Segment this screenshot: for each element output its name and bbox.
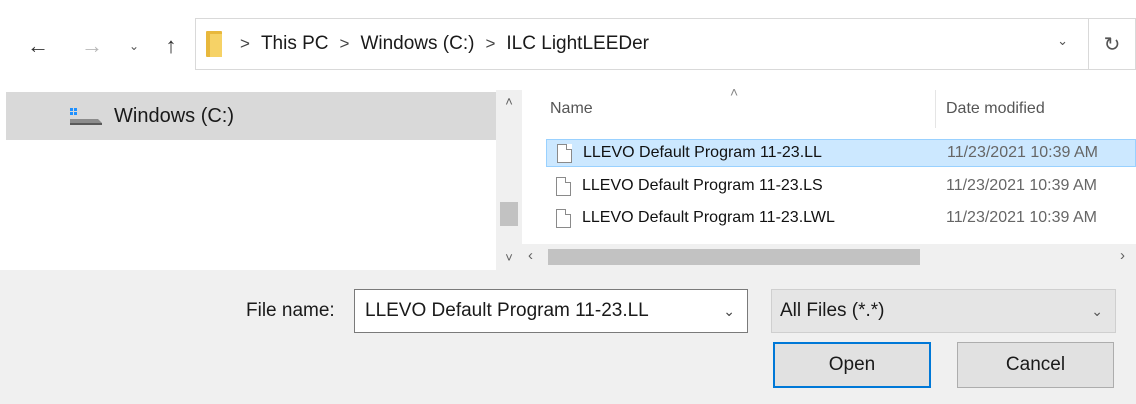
file-row[interactable]: LLEVO Default Program 11-23.LWL 11/23/20… [546, 204, 1136, 232]
file-name: LLEVO Default Program 11-23.LWL [582, 209, 835, 226]
back-button[interactable]: ← [22, 30, 54, 62]
chevron-down-icon: ⌄ [128, 39, 140, 53]
nav-item-windows-c[interactable]: Windows (C:) [6, 92, 496, 140]
navigation-scrollbar[interactable]: ˄ ˅ [496, 90, 522, 270]
chevron-down-icon[interactable]: ⌄ [723, 303, 735, 320]
scroll-down-icon[interactable]: ˅ [496, 250, 522, 265]
file-icon [556, 208, 571, 228]
refresh-button[interactable]: ↻ [1089, 18, 1136, 70]
breadcrumb-separator: > [240, 34, 250, 53]
scroll-right-icon[interactable]: › [1120, 247, 1125, 264]
file-type-select[interactable]: All Files (*.*) ⌄ [771, 289, 1116, 333]
column-divider[interactable] [935, 90, 936, 128]
open-button[interactable]: Open [773, 342, 931, 388]
file-date: 11/23/2021 10:39 AM [946, 209, 1097, 226]
drive-icon [68, 105, 104, 127]
file-name-value: LLEVO Default Program 11-23.LL [365, 300, 649, 321]
file-date: 11/23/2021 10:39 AM [947, 144, 1098, 161]
folder-icon [206, 31, 222, 57]
column-header-date-modified[interactable]: Date modified [946, 100, 1045, 118]
column-header-name[interactable]: Name [550, 100, 593, 118]
arrow-up-icon: ↑ [165, 33, 177, 58]
file-row[interactable]: LLEVO Default Program 11-23.LS 11/23/202… [546, 172, 1136, 200]
chevron-down-icon: ⌄ [1091, 302, 1103, 319]
file-name-label: File name: [246, 300, 335, 321]
breadcrumb-separator[interactable]: > [340, 34, 350, 54]
address-bar[interactable]: > This PC > Windows (C:) > ILC LightLEED… [195, 18, 1089, 70]
refresh-icon: ↻ [1103, 33, 1121, 56]
breadcrumb-this-pc[interactable]: This PC [261, 33, 329, 55]
breadcrumb-separator[interactable]: > [485, 34, 495, 54]
sort-ascending-icon: ˄ [730, 84, 739, 100]
file-type-value: All Files (*.*) [780, 300, 885, 321]
breadcrumb-ilc-lightleeder[interactable]: ILC LightLEEDer [506, 33, 649, 55]
arrow-left-icon: ← [27, 33, 49, 58]
recent-locations-button[interactable]: ⌄ [118, 30, 150, 62]
address-dropdown-icon[interactable]: ⌄ [1057, 33, 1068, 49]
file-row[interactable]: LLEVO Default Program 11-23.LL 11/23/202… [546, 139, 1136, 167]
up-button[interactable]: ↑ [155, 30, 187, 62]
file-name: LLEVO Default Program 11-23.LS [582, 177, 823, 194]
file-name: LLEVO Default Program 11-23.LL [583, 144, 822, 161]
scroll-up-icon[interactable]: ˄ [496, 94, 522, 109]
file-date: 11/23/2021 10:39 AM [946, 177, 1097, 194]
scrollbar-thumb[interactable] [548, 249, 920, 265]
breadcrumb-windows-c[interactable]: Windows (C:) [360, 33, 474, 55]
file-name-input[interactable]: LLEVO Default Program 11-23.LL ⌄ [354, 289, 748, 333]
cancel-button[interactable]: Cancel [957, 342, 1114, 388]
nav-item-label: Windows (C:) [114, 104, 235, 127]
file-icon [556, 176, 571, 196]
scroll-left-icon[interactable]: ‹ [528, 247, 533, 264]
file-icon [557, 143, 572, 163]
arrow-right-icon: → [81, 33, 103, 58]
scrollbar-thumb[interactable] [500, 202, 518, 226]
file-list-horizontal-scrollbar[interactable]: ‹ › [522, 244, 1136, 270]
forward-button[interactable]: → [76, 30, 108, 62]
